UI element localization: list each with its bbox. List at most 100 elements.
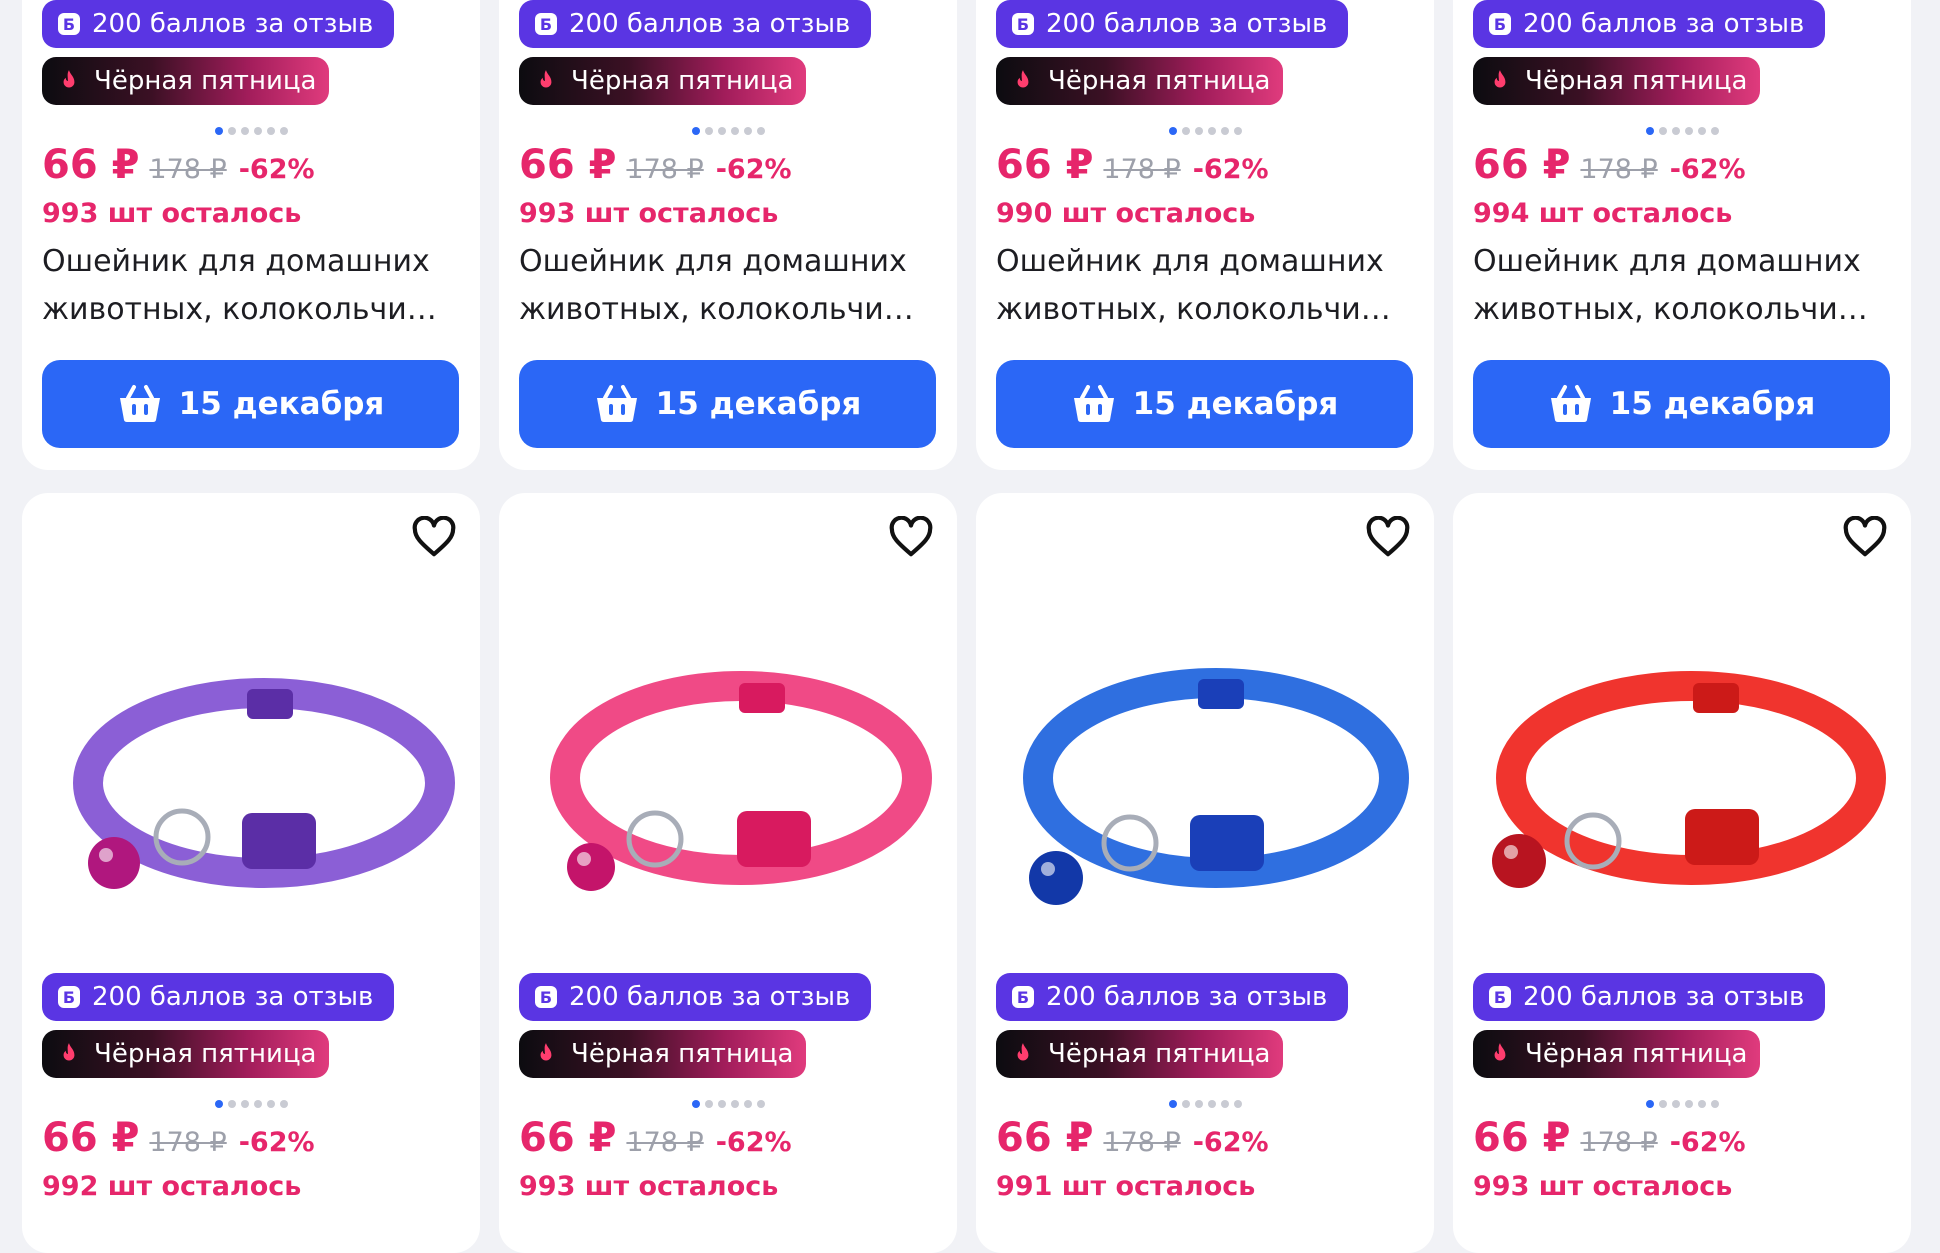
delivery-date-label: 15 декабря — [178, 386, 385, 422]
old-price: 178 ₽ — [149, 154, 227, 185]
stock-left: 993 шт осталось — [519, 198, 779, 229]
points-badge: Б 200 баллов за отзыв — [1473, 973, 1825, 1021]
flame-icon — [1494, 70, 1506, 88]
stock-left: 994 шт осталось — [1473, 198, 1733, 229]
product-card[interactable]: Б 200 баллов за отзыв Чёрная пятница 66 … — [1453, 0, 1911, 470]
old-price: 178 ₽ — [626, 1127, 704, 1158]
product-card[interactable]: Б 200 баллов за отзыв Чёрная пятница 66 … — [976, 0, 1434, 470]
price-row: 66 ₽ 178 ₽ -62% — [1473, 1115, 1746, 1165]
add-to-cart-button[interactable]: 15 декабря — [519, 360, 936, 448]
black-friday-badge: Чёрная пятница — [519, 57, 806, 105]
current-price: 66 ₽ — [42, 1115, 140, 1161]
points-badge-label: 200 баллов за отзыв — [1523, 982, 1805, 1012]
add-to-favorites-button[interactable] — [408, 511, 460, 563]
heart-outline-icon — [1843, 516, 1887, 557]
current-price: 66 ₽ — [42, 142, 140, 188]
image-pagination-dots[interactable] — [499, 127, 957, 139]
heart-outline-icon — [889, 516, 933, 557]
points-badge-label: 200 баллов за отзыв — [569, 9, 851, 39]
black-friday-badge: Чёрная пятница — [996, 1030, 1283, 1078]
product-title[interactable]: Ошейник для домашних животных, колокольч… — [42, 238, 452, 334]
image-pagination-dots[interactable] — [1453, 1100, 1911, 1112]
discount-percent: -62% — [238, 1127, 315, 1158]
add-to-cart-button[interactable]: 15 декабря — [996, 360, 1413, 448]
image-pagination-dots[interactable] — [1453, 127, 1911, 139]
image-pagination-dots[interactable] — [22, 1100, 480, 1112]
points-badge-label: 200 баллов за отзыв — [569, 982, 851, 1012]
points-icon: Б — [1489, 986, 1511, 1008]
image-pagination-dots[interactable] — [976, 1100, 1434, 1112]
product-title[interactable]: Ошейник для домашних животных, колокольч… — [996, 238, 1406, 334]
discount-percent: -62% — [1669, 1127, 1746, 1158]
old-price: 178 ₽ — [1103, 1127, 1181, 1158]
black-friday-label: Чёрная пятница — [571, 1039, 794, 1069]
basket-icon — [119, 385, 160, 422]
current-price: 66 ₽ — [1473, 142, 1571, 188]
price-row: 66 ₽ 178 ₽ -62% — [42, 1115, 315, 1165]
points-badge-label: 200 баллов за отзыв — [92, 982, 374, 1012]
current-price: 66 ₽ — [996, 142, 1094, 188]
add-to-cart-button[interactable]: 15 декабря — [1473, 360, 1890, 448]
current-price: 66 ₽ — [519, 1115, 617, 1161]
black-friday-label: Чёрная пятница — [571, 66, 794, 96]
old-price: 178 ₽ — [1103, 154, 1181, 185]
flame-icon — [1494, 1043, 1506, 1061]
basket-icon — [596, 385, 637, 422]
add-to-favorites-button[interactable] — [1362, 511, 1414, 563]
old-price: 178 ₽ — [626, 154, 704, 185]
delivery-date-label: 15 декабря — [1609, 386, 1816, 422]
points-icon: Б — [1489, 13, 1511, 35]
black-friday-label: Чёрная пятница — [1048, 1039, 1271, 1069]
points-icon: Б — [1012, 986, 1034, 1008]
current-price: 66 ₽ — [996, 1115, 1094, 1161]
points-badge: Б 200 баллов за отзыв — [42, 973, 394, 1021]
current-price: 66 ₽ — [1473, 1115, 1571, 1161]
current-price: 66 ₽ — [519, 142, 617, 188]
discount-percent: -62% — [238, 154, 315, 185]
image-pagination-dots[interactable] — [499, 1100, 957, 1112]
black-friday-badge: Чёрная пятница — [42, 1030, 329, 1078]
product-card[interactable]: Б 200 баллов за отзыв Чёрная пятница 66 … — [499, 0, 957, 470]
discount-percent: -62% — [715, 1127, 792, 1158]
discount-percent: -62% — [1192, 1127, 1269, 1158]
add-to-cart-button[interactable]: 15 декабря — [42, 360, 459, 448]
black-friday-label: Чёрная пятница — [1525, 1039, 1748, 1069]
product-title[interactable]: Ошейник для домашних животных, колокольч… — [519, 238, 929, 334]
points-badge-label: 200 баллов за отзыв — [92, 9, 374, 39]
black-friday-label: Чёрная пятница — [1525, 66, 1748, 96]
add-to-favorites-button[interactable] — [1839, 511, 1891, 563]
product-card[interactable]: Б 200 баллов за отзыв Чёрная пятница 66 … — [22, 493, 480, 1253]
add-to-favorites-button[interactable] — [885, 511, 937, 563]
points-icon: Б — [58, 13, 80, 35]
black-friday-label: Чёрная пятница — [94, 1039, 317, 1069]
heart-outline-icon — [412, 516, 456, 557]
points-badge-label: 200 баллов за отзыв — [1523, 9, 1805, 39]
product-title[interactable]: Ошейник для домашних животных, колокольч… — [1473, 238, 1883, 334]
points-badge-label: 200 баллов за отзыв — [1046, 9, 1328, 39]
flame-icon — [540, 70, 552, 88]
product-card[interactable]: Б 200 баллов за отзыв Чёрная пятница 66 … — [499, 493, 957, 1253]
discount-percent: -62% — [715, 154, 792, 185]
points-badge: Б 200 баллов за отзыв — [42, 0, 394, 48]
price-row: 66 ₽ 178 ₽ -62% — [1473, 142, 1746, 192]
old-price: 178 ₽ — [149, 1127, 227, 1158]
black-friday-badge: Чёрная пятница — [519, 1030, 806, 1078]
image-pagination-dots[interactable] — [976, 127, 1434, 139]
price-row: 66 ₽ 178 ₽ -62% — [996, 142, 1269, 192]
stock-left: 993 шт осталось — [519, 1171, 779, 1202]
price-row: 66 ₽ 178 ₽ -62% — [519, 142, 792, 192]
black-friday-badge: Чёрная пятница — [996, 57, 1283, 105]
stock-left: 993 шт осталось — [1473, 1171, 1733, 1202]
product-card[interactable]: Б 200 баллов за отзыв Чёрная пятница 66 … — [1453, 493, 1911, 1253]
product-card[interactable]: Б 200 баллов за отзыв Чёрная пятница 66 … — [976, 493, 1434, 1253]
black-friday-badge: Чёрная пятница — [1473, 1030, 1760, 1078]
discount-percent: -62% — [1192, 154, 1269, 185]
image-pagination-dots[interactable] — [22, 127, 480, 139]
points-icon: Б — [58, 986, 80, 1008]
delivery-date-label: 15 декабря — [655, 386, 862, 422]
old-price: 178 ₽ — [1580, 1127, 1658, 1158]
delivery-date-label: 15 декабря — [1132, 386, 1339, 422]
flame-icon — [1017, 1043, 1029, 1061]
stock-left: 993 шт осталось — [42, 198, 302, 229]
product-card[interactable]: Б 200 баллов за отзыв Чёрная пятница 66 … — [22, 0, 480, 470]
